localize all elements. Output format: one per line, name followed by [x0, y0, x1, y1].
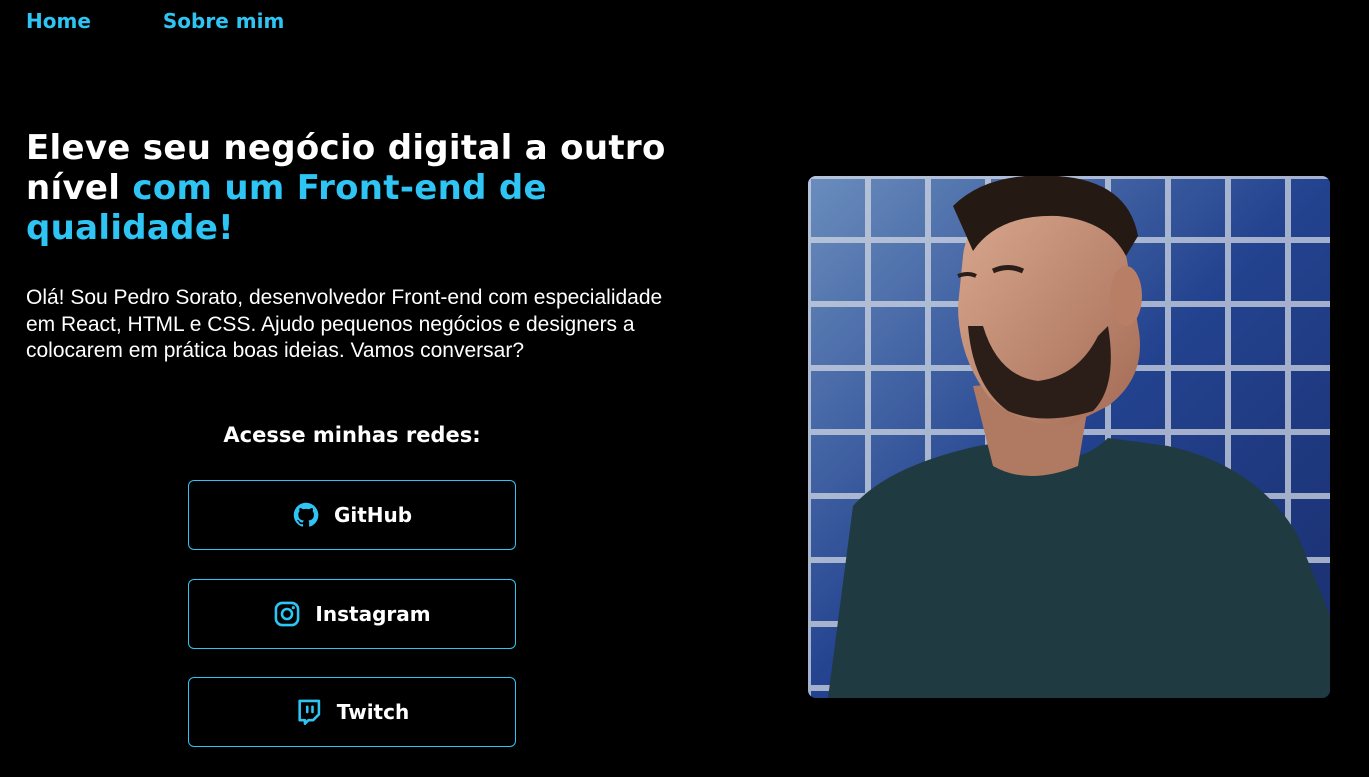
hero-headline: Eleve seu negócio digital a outro nível …	[26, 128, 706, 248]
instagram-button[interactable]: Instagram	[188, 579, 516, 649]
twitch-label: Twitch	[336, 700, 410, 724]
profile-photo	[808, 176, 1330, 698]
hero-intro: Olá! Sou Pedro Sorato, desenvolvedor Fro…	[26, 286, 663, 362]
nav-link-sobre-mim[interactable]: Sobre mim	[163, 9, 284, 33]
github-icon	[292, 501, 320, 529]
github-button[interactable]: GitHub	[188, 480, 516, 550]
twitch-icon	[295, 698, 323, 726]
github-label: GitHub	[333, 503, 413, 527]
top-nav: Home Sobre mim	[26, 9, 284, 33]
social-title: Acesse minhas redes:	[223, 423, 481, 447]
twitch-button[interactable]: Twitch	[188, 677, 516, 747]
instagram-label: Instagram	[315, 602, 431, 626]
instagram-icon	[273, 600, 301, 628]
nav-link-home[interactable]: Home	[26, 9, 91, 33]
